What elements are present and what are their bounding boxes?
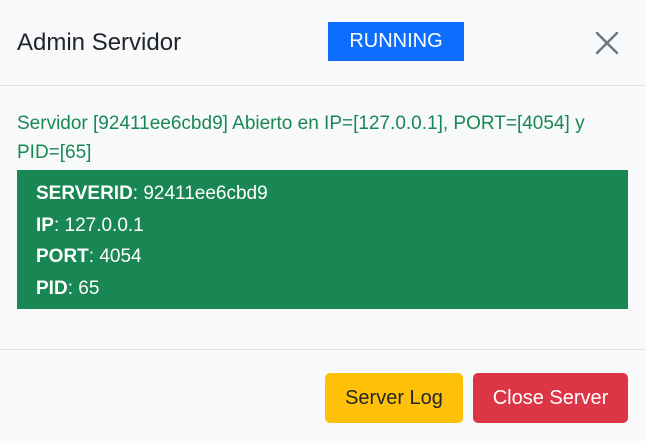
pid-sep: : xyxy=(67,277,79,299)
port-row: PORT: 4054 xyxy=(36,241,609,273)
port-key: PORT xyxy=(36,246,89,267)
admin-server-modal: Admin Servidor RUNNING Servidor [92411ee… xyxy=(0,0,646,441)
port-value: 4054 xyxy=(99,246,142,267)
server-log-button[interactable]: Server Log xyxy=(325,373,463,423)
modal-footer: Server Log Close Server xyxy=(0,349,646,441)
pid-row: PID: 65 xyxy=(36,273,609,305)
status-badge: RUNNING xyxy=(328,22,464,61)
port-sep: : xyxy=(88,246,100,267)
ip-key: IP xyxy=(36,214,54,236)
server-info-box: SERVERID: 92411ee6cbd9 IP: 127.0.0.1 POR… xyxy=(17,170,628,309)
pid-value: 65 xyxy=(78,277,100,299)
modal-body: Servidor [92411ee6cbd9] Abierto en IP=[1… xyxy=(0,86,646,349)
ip-value: 127.0.0.1 xyxy=(64,214,144,236)
modal-header: Admin Servidor RUNNING xyxy=(0,0,646,86)
close-icon[interactable] xyxy=(593,29,621,57)
pid-key: PID xyxy=(36,277,68,299)
ip-sep: : xyxy=(53,214,65,236)
close-server-button[interactable]: Close Server xyxy=(473,373,628,423)
server-open-message: Servidor [92411ee6cbd9] Abierto en IP=[1… xyxy=(17,113,585,163)
server-id-row: SERVERID: 92411ee6cbd9 xyxy=(36,178,609,210)
ip-row: IP: 127.0.0.1 xyxy=(36,210,609,242)
server-id-key: SERVERID xyxy=(36,183,133,204)
modal-title: Admin Servidor xyxy=(17,29,182,56)
server-id-sep: : xyxy=(132,183,144,204)
server-id-value: 92411ee6cbd9 xyxy=(143,183,268,204)
